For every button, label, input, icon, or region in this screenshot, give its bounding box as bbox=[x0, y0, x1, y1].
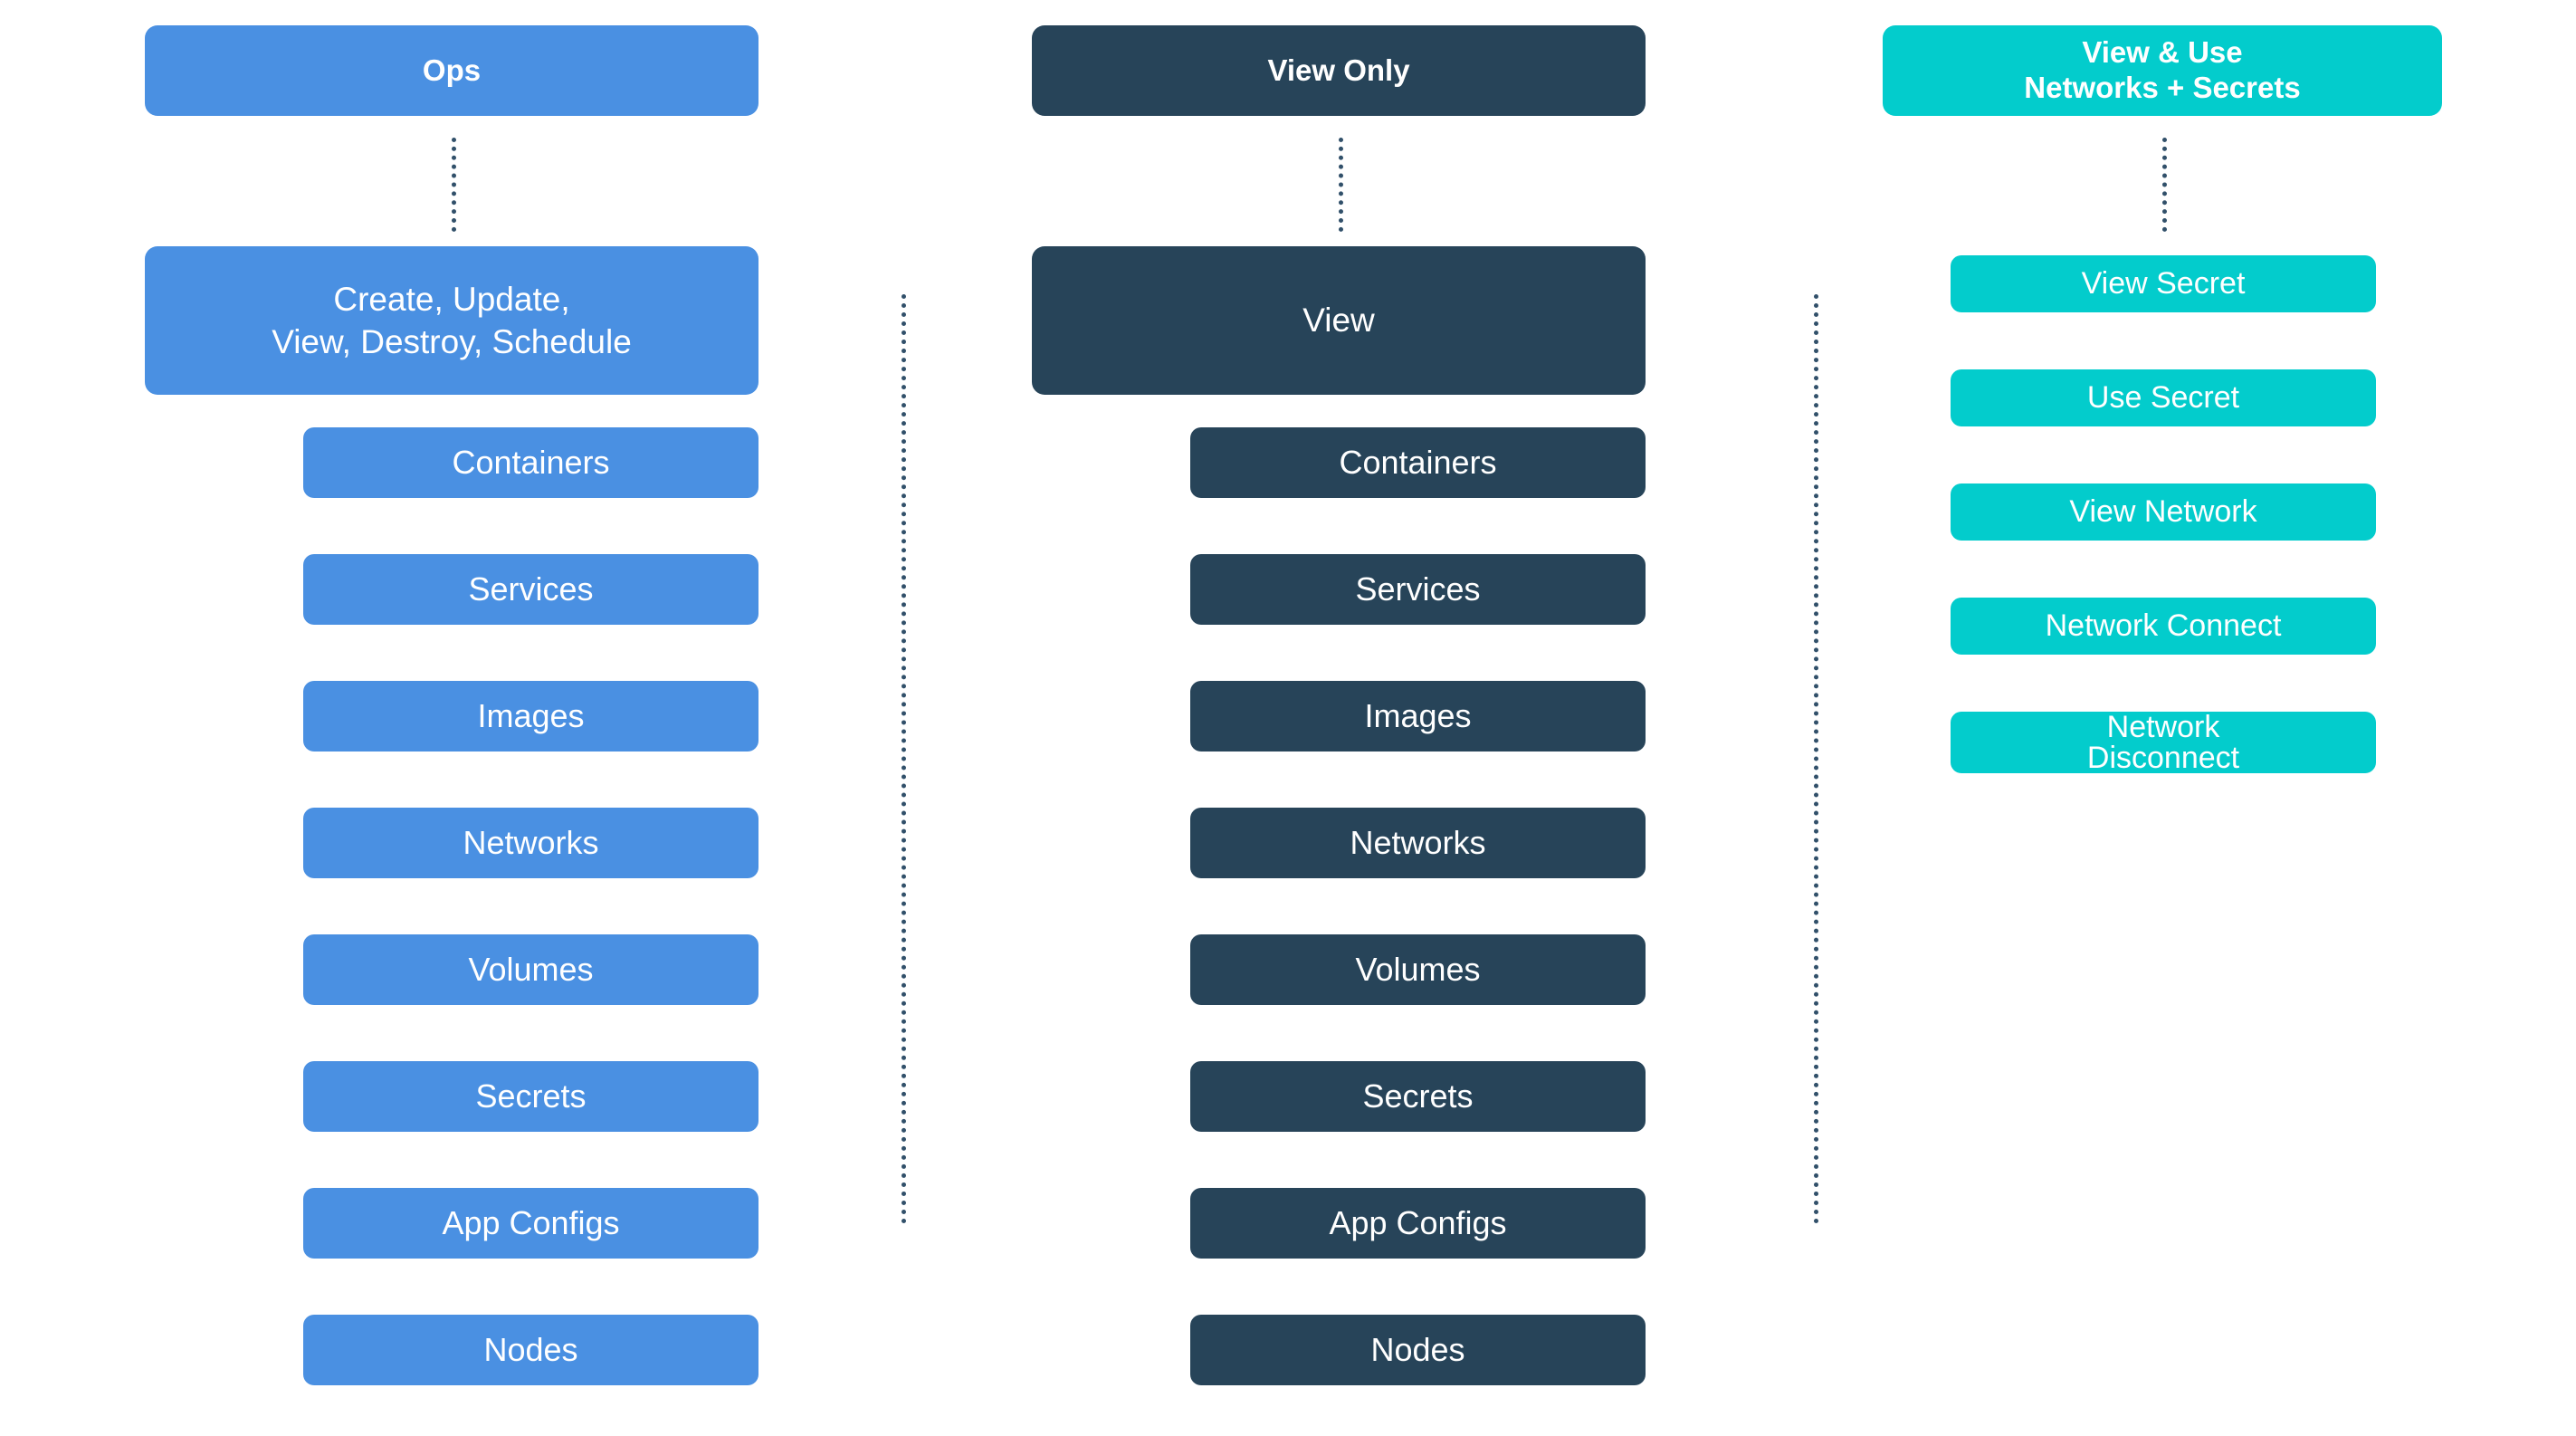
list-item[interactable]: Images bbox=[1190, 681, 1646, 752]
list-item[interactable]: View Network bbox=[1951, 483, 2376, 541]
view-only-resource-list: Containers Services Images Networks Volu… bbox=[1190, 427, 1646, 1436]
list-item[interactable]: Containers bbox=[303, 427, 758, 498]
list-item[interactable]: Nodes bbox=[1190, 1315, 1646, 1385]
list-item[interactable]: Network Connect bbox=[1951, 598, 2376, 655]
view-actions-box[interactable]: View bbox=[1032, 246, 1646, 395]
dotted-connector-icon-ops bbox=[452, 138, 456, 232]
column-header-view-only[interactable]: View Only bbox=[1032, 25, 1646, 116]
column-divider-icon-2 bbox=[1814, 294, 1818, 1224]
list-item[interactable]: Images bbox=[303, 681, 758, 752]
list-item[interactable]: Use Secret bbox=[1951, 369, 2376, 426]
column-header-view-and-use[interactable]: View & Use Networks + Secrets bbox=[1883, 25, 2442, 116]
column-view-and-use: View & Use Networks + Secrets View Secre… bbox=[1883, 0, 2442, 1436]
list-item[interactable]: Nodes bbox=[303, 1315, 758, 1385]
list-item[interactable]: Containers bbox=[1190, 427, 1646, 498]
dotted-connector-icon-view-only bbox=[1339, 138, 1343, 232]
list-item[interactable]: Secrets bbox=[303, 1061, 758, 1132]
list-item[interactable]: Networks bbox=[303, 808, 758, 878]
list-item[interactable]: View Secret bbox=[1951, 255, 2376, 312]
ops-actions-box[interactable]: Create, Update, View, Destroy, Schedule bbox=[145, 246, 758, 395]
list-item[interactable]: Volumes bbox=[1190, 934, 1646, 1005]
list-item[interactable]: Networks bbox=[1190, 808, 1646, 878]
list-item[interactable]: App Configs bbox=[303, 1188, 758, 1259]
column-ops: Ops Create, Update, View, Destroy, Sched… bbox=[145, 0, 758, 1436]
column-view-only: View Only View Containers Services Image… bbox=[1032, 0, 1646, 1436]
list-item[interactable]: Services bbox=[303, 554, 758, 625]
list-item[interactable]: Volumes bbox=[303, 934, 758, 1005]
view-and-use-permission-list: View Secret Use Secret View Network Netw… bbox=[1951, 255, 2376, 830]
list-item[interactable]: App Configs bbox=[1190, 1188, 1646, 1259]
list-item[interactable]: Services bbox=[1190, 554, 1646, 625]
permissions-diagram: Ops Create, Update, View, Destroy, Sched… bbox=[0, 0, 2576, 1436]
list-item[interactable]: Secrets bbox=[1190, 1061, 1646, 1132]
dotted-connector-icon-view-and-use bbox=[2162, 138, 2167, 232]
column-divider-icon-1 bbox=[902, 294, 906, 1224]
ops-resource-list: Containers Services Images Networks Volu… bbox=[303, 427, 758, 1436]
column-header-ops[interactable]: Ops bbox=[145, 25, 758, 116]
list-item[interactable]: Network Disconnect bbox=[1951, 712, 2376, 773]
